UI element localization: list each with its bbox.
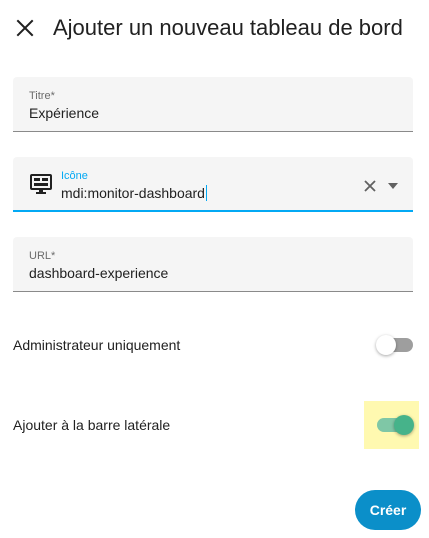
url-field-value[interactable]: dashboard-experience xyxy=(29,264,168,282)
create-button[interactable]: Créer xyxy=(355,490,421,530)
dialog-header: Ajouter un nouveau tableau de bord xyxy=(0,0,429,56)
icon-field[interactable]: Icône mdi:monitor-dashboard xyxy=(13,157,413,212)
chevron-down-icon[interactable] xyxy=(387,182,399,190)
sidebar-switch[interactable] xyxy=(364,401,419,449)
title-field[interactable]: Titre* Expérience xyxy=(13,77,413,132)
admin-only-label: Administrateur uniquement xyxy=(13,337,181,353)
title-field-value[interactable]: Expérience xyxy=(29,104,99,122)
title-field-label: Titre* xyxy=(29,90,55,102)
dialog: Ajouter un nouveau tableau de bord Titre… xyxy=(0,0,429,538)
icon-field-text: mdi:monitor-dashboard xyxy=(61,185,205,201)
sidebar-label: Ajouter à la barre latérale xyxy=(13,417,171,433)
clear-icon[interactable] xyxy=(362,178,378,194)
icon-field-label: Icône xyxy=(61,170,88,182)
switch-thumb xyxy=(394,415,414,435)
admin-only-row: Administrateur uniquement xyxy=(0,321,429,369)
text-caret xyxy=(205,185,207,201)
switch-thumb xyxy=(376,335,396,355)
close-button[interactable] xyxy=(12,15,38,41)
monitor-dashboard-icon xyxy=(30,174,52,194)
sidebar-row: Ajouter à la barre latérale xyxy=(0,401,429,449)
url-field[interactable]: URL* dashboard-experience xyxy=(13,237,413,292)
admin-only-switch[interactable] xyxy=(364,321,419,369)
dialog-title: Ajouter un nouveau tableau de bord xyxy=(53,15,403,40)
url-field-label: URL* xyxy=(29,250,56,262)
icon-field-value[interactable]: mdi:monitor-dashboard xyxy=(61,184,207,202)
close-icon xyxy=(16,19,34,37)
